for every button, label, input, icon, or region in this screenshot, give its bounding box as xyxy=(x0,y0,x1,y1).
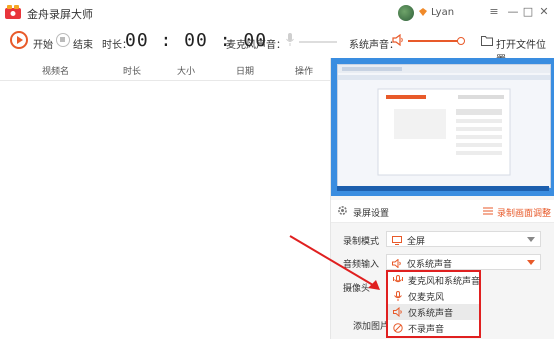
mic-speaker-icon xyxy=(393,275,403,283)
close-icon[interactable]: ✕ xyxy=(536,4,552,20)
column-header-date[interactable]: 日期 xyxy=(236,64,254,77)
annotation-arrow xyxy=(289,235,380,290)
system-volume-slider-handle[interactable] xyxy=(457,37,465,45)
audio-input-select[interactable]: 仅系统声音 xyxy=(386,254,541,270)
mic-icon xyxy=(394,291,402,301)
add-image-label: 添加图片 xyxy=(353,322,390,332)
stop-button[interactable]: 结束 xyxy=(73,36,93,51)
column-header-duration[interactable]: 时长 xyxy=(123,64,141,77)
chevron-down-icon xyxy=(527,260,535,265)
speaker-icon[interactable] xyxy=(392,34,404,46)
no-sound-icon xyxy=(393,323,403,333)
adjust-recording-area-link[interactable]: 录制画面调整 xyxy=(497,206,551,219)
folder-icon[interactable] xyxy=(481,35,493,46)
audio-option-label: 不录声音 xyxy=(408,325,445,335)
app-title: 金舟录屏大师 xyxy=(27,8,93,21)
gear-icon xyxy=(338,206,347,215)
menu-icon[interactable]: ≡ xyxy=(486,4,502,20)
speaker-icon xyxy=(393,307,402,317)
app-logo-icon xyxy=(5,5,21,19)
audio-input-value: 仅系统声音 xyxy=(407,260,453,270)
column-header-actions: 操作 xyxy=(295,67,314,77)
mic-volume-label: 麦克风声音： xyxy=(226,40,286,51)
settings-title: 录屏设置 xyxy=(353,209,390,219)
chevron-down-icon xyxy=(527,237,535,242)
start-button[interactable]: 开始 xyxy=(33,36,53,51)
audio-option-label: 仅麦克风 xyxy=(408,293,445,303)
system-volume-slider[interactable] xyxy=(408,40,460,42)
column-header-name[interactable]: 视频名 xyxy=(42,64,69,77)
audio-option-system-only[interactable]: 仅系统声音 xyxy=(388,304,479,320)
monitor-icon xyxy=(392,236,402,245)
avatar[interactable] xyxy=(398,5,414,21)
vip-badge-icon xyxy=(419,8,427,16)
audio-option-mic-and-system[interactable]: 麦克风和系统声音 xyxy=(388,272,481,288)
audio-option-no-sound[interactable]: 不录声音 xyxy=(388,320,479,336)
maximize-icon[interactable]: □ xyxy=(520,4,536,20)
minimize-icon[interactable]: — xyxy=(505,4,521,20)
stop-record-icon[interactable] xyxy=(56,33,70,47)
adjust-icon[interactable] xyxy=(483,206,493,216)
speaker-icon xyxy=(392,259,401,268)
record-mode-value: 全屏 xyxy=(407,237,426,247)
preview-taskbar xyxy=(337,186,549,191)
user-name[interactable]: Lyan xyxy=(431,7,454,18)
audio-option-mic-only[interactable]: 仅麦克风 xyxy=(388,288,479,304)
microphone-icon[interactable] xyxy=(286,33,294,46)
column-header-size[interactable]: 大小 xyxy=(177,64,195,77)
record-mode-select[interactable]: 全屏 xyxy=(386,231,541,247)
audio-option-label: 麦克风和系统声音 xyxy=(408,277,481,287)
mic-volume-slider[interactable] xyxy=(299,41,337,43)
audio-option-label: 仅系统声音 xyxy=(408,309,454,319)
preview-screenshot xyxy=(337,64,551,188)
start-record-icon[interactable] xyxy=(10,31,28,49)
